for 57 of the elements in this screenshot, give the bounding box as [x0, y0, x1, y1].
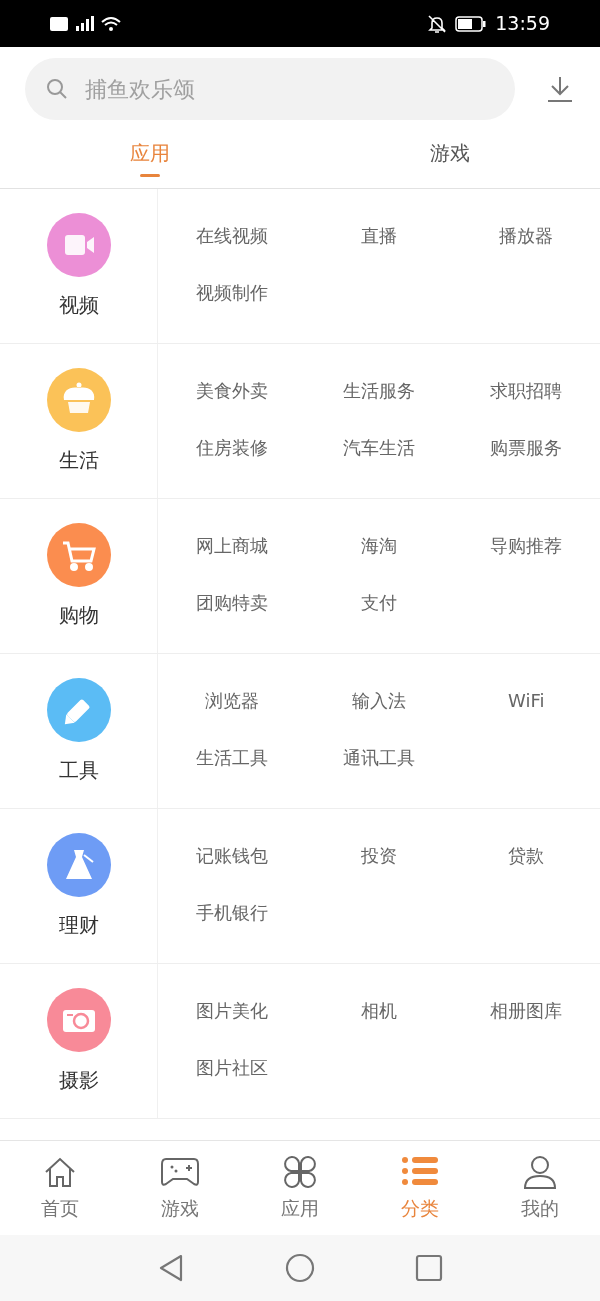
nav-tab[interactable]: 我的: [480, 1141, 600, 1235]
subcategory-link[interactable]: 海淘: [305, 533, 453, 559]
bell-off-icon: [427, 13, 448, 34]
battery-icon: [455, 14, 488, 33]
download-button[interactable]: [545, 74, 575, 104]
search-icon: [45, 77, 69, 101]
cart-category-icon[interactable]: [45, 522, 112, 588]
nav-tab[interactable]: 应用: [240, 1141, 360, 1235]
category-name: 购物: [58, 602, 99, 629]
subcategory-link[interactable]: 通讯工具: [305, 745, 453, 771]
flask-category-icon[interactable]: [45, 832, 112, 898]
subcategory-link[interactable]: WiFi: [452, 688, 600, 714]
subcategory-link[interactable]: 贷款: [452, 843, 600, 869]
subcategory-link[interactable]: 汽车生活: [305, 435, 453, 461]
person-icon: [522, 1153, 558, 1190]
subcategory-link[interactable]: 记账钱包: [158, 843, 306, 869]
subcategory-link[interactable]: 团购特卖: [158, 590, 306, 616]
category-name: 理财: [58, 912, 99, 939]
subcategory-link[interactable]: 播放器: [452, 223, 600, 249]
nav-tab[interactable]: 游戏: [120, 1141, 240, 1235]
home-circle-icon[interactable]: [285, 1253, 315, 1283]
category-name: 生活: [58, 447, 99, 474]
subcategory-link[interactable]: 图片社区: [158, 1055, 306, 1081]
food-category-icon[interactable]: [45, 367, 112, 433]
subcategory-link[interactable]: 输入法: [305, 688, 453, 714]
subcategory-link[interactable]: 网上商城: [158, 533, 306, 559]
subcategory-link[interactable]: 手机银行: [158, 900, 306, 926]
category-name: 视频: [58, 292, 99, 319]
category-tab[interactable]: 游戏: [300, 120, 600, 188]
pencil-category-icon[interactable]: [45, 677, 112, 743]
search-field[interactable]: 捕鱼欢乐颂: [25, 58, 515, 120]
apps-icon: [282, 1153, 318, 1190]
subcategory-link[interactable]: 视频制作: [158, 280, 306, 306]
recents-icon[interactable]: [415, 1254, 443, 1282]
nav-tab[interactable]: 首页: [0, 1141, 120, 1235]
subcategory-link[interactable]: 浏览器: [158, 688, 306, 714]
subcategory-link[interactable]: 直播: [305, 223, 453, 249]
subcategory-link[interactable]: 相册图库: [452, 998, 600, 1024]
download-icon: [546, 75, 574, 103]
subcategory-link[interactable]: 生活服务: [305, 378, 453, 404]
subcategory-link[interactable]: 相机: [305, 998, 453, 1024]
subcategory-link[interactable]: 求职招聘: [452, 378, 600, 404]
camera-category-icon[interactable]: [45, 987, 112, 1053]
subcategory-link[interactable]: 住房装修: [158, 435, 306, 461]
subcategory-link[interactable]: 美食外卖: [158, 378, 306, 404]
subcategory-link[interactable]: 导购推荐: [452, 533, 600, 559]
subcategory-link[interactable]: 投资: [305, 843, 453, 869]
category-name: 工具: [58, 757, 99, 784]
back-icon[interactable]: [157, 1253, 185, 1283]
subcategory-link[interactable]: 支付: [305, 590, 453, 616]
subcategory-link[interactable]: 购票服务: [452, 435, 600, 461]
video-category-icon[interactable]: [45, 212, 112, 278]
subcategory-link[interactable]: 在线视频: [158, 223, 306, 249]
status-time: 13:59: [495, 11, 550, 37]
subcategory-link[interactable]: 图片美化: [158, 998, 306, 1024]
subcategory-link[interactable]: 生活工具: [158, 745, 306, 771]
category-name: 摄影: [58, 1067, 99, 1094]
